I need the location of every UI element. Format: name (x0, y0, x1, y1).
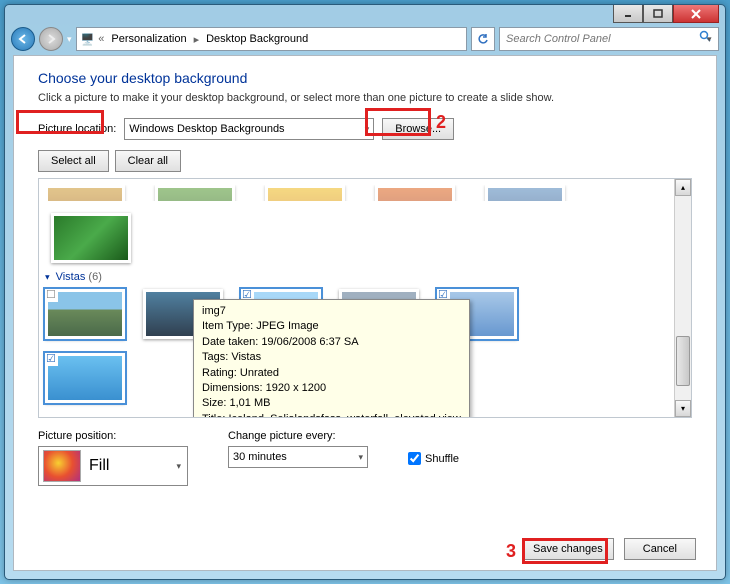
group-name: Vistas (56, 271, 86, 283)
minimize-button[interactable] (613, 5, 643, 23)
footer-buttons: Save changes Cancel (522, 538, 696, 560)
back-button[interactable] (11, 27, 35, 51)
thumb-partial[interactable] (45, 185, 125, 201)
picture-gallery: Vistas (6) img7 Item Type: JPEG Image Da… (38, 178, 692, 418)
close-button[interactable] (673, 5, 719, 23)
change-group: Change picture every: 30 minutes (228, 430, 368, 468)
forward-button[interactable] (39, 27, 63, 51)
position-group: Picture position: Fill (38, 430, 188, 486)
address-dropdown-icon[interactable]: ▾ (707, 34, 721, 45)
scroll-up-button[interactable]: ▴ (675, 179, 691, 196)
content-pane: Choose your desktop background Click a p… (13, 55, 717, 571)
position-value: Fill (89, 457, 109, 475)
thumb-partial[interactable] (155, 185, 235, 201)
breadcrumb-parent[interactable]: Personalization (108, 33, 189, 45)
search-box[interactable] (499, 27, 719, 51)
position-label: Picture position: (38, 430, 188, 442)
scroll-thumb[interactable] (676, 336, 690, 386)
partial-row (45, 185, 671, 201)
thumb-partial[interactable] (265, 185, 345, 201)
tooltip: img7 Item Type: JPEG Image Date taken: 1… (193, 299, 470, 418)
scroll-track[interactable] (675, 196, 691, 400)
thumb-partial[interactable] (375, 185, 455, 201)
cancel-button[interactable]: Cancel (624, 538, 696, 560)
scroll-down-button[interactable]: ▾ (675, 400, 691, 417)
tooltip-tags: Tags: Vistas (202, 350, 461, 365)
chevron-icon: « (98, 33, 104, 45)
address-bar[interactable]: 🖥️ « Personalization ▸ Desktop Backgroun… (76, 27, 467, 51)
search-input[interactable] (506, 33, 699, 45)
chevron-right-icon: ▸ (194, 33, 200, 46)
shuffle-input[interactable] (408, 452, 421, 465)
breadcrumb-current[interactable]: Desktop Background (203, 33, 311, 45)
tooltip-size: Size: 1,01 MB (202, 396, 461, 411)
selection-row: Select all Clear all (38, 150, 692, 172)
picture-location-combo[interactable]: Windows Desktop Backgrounds (124, 118, 374, 140)
shuffle-label: Shuffle (425, 453, 459, 465)
nav-dropdown-icon[interactable]: ▾ (67, 34, 72, 45)
location-row: Picture location: Windows Desktop Backgr… (38, 118, 692, 140)
clear-all-button[interactable]: Clear all (115, 150, 181, 172)
browse-button[interactable]: Browse... (382, 118, 454, 140)
combo-value: Windows Desktop Backgrounds (129, 123, 284, 135)
save-changes-button[interactable]: Save changes (522, 538, 614, 560)
tooltip-name: img7 (202, 304, 461, 319)
options-row: Picture position: Fill Change picture ev… (38, 430, 692, 486)
shuffle-checkbox[interactable]: Shuffle (408, 452, 459, 465)
select-all-button[interactable]: Select all (38, 150, 109, 172)
monitor-icon: 🖥️ (81, 33, 95, 46)
window-controls (613, 5, 719, 23)
group-header-vistas[interactable]: Vistas (6) (45, 271, 671, 283)
thumb-vista-6[interactable] (45, 353, 125, 403)
navigation-bar: ▾ 🖥️ « Personalization ▸ Desktop Backgro… (5, 23, 725, 55)
tooltip-title: Title: Iceland, Seljalandsfoss, waterfal… (202, 412, 461, 418)
gallery-scrollbar[interactable]: ▴ ▾ (674, 179, 691, 417)
position-dropdown[interactable]: Fill (38, 446, 188, 486)
thumb-vista-1[interactable] (45, 289, 125, 339)
annotation-3: 3 (506, 541, 516, 562)
change-value: 30 minutes (233, 451, 287, 463)
change-label: Change picture every: (228, 430, 368, 442)
tooltip-date: Date taken: 19/06/2008 6:37 SA (202, 335, 461, 350)
tooltip-rating: Rating: Unrated (202, 366, 461, 381)
thumb-fern[interactable] (51, 213, 131, 263)
tooltip-dims: Dimensions: 1920 x 1200 (202, 381, 461, 396)
page-title: Choose your desktop background (38, 70, 692, 86)
window-frame: ▾ 🖥️ « Personalization ▸ Desktop Backgro… (4, 4, 726, 580)
picture-location-label: Picture location: (38, 123, 116, 135)
maximize-button[interactable] (643, 5, 673, 23)
page-subtitle: Click a picture to make it your desktop … (38, 92, 692, 104)
group-count: (6) (88, 271, 101, 283)
change-interval-dropdown[interactable]: 30 minutes (228, 446, 368, 468)
thumb-partial[interactable] (485, 185, 565, 201)
position-preview-icon (43, 450, 81, 482)
refresh-button[interactable] (471, 27, 495, 51)
tooltip-type: Item Type: JPEG Image (202, 319, 461, 334)
